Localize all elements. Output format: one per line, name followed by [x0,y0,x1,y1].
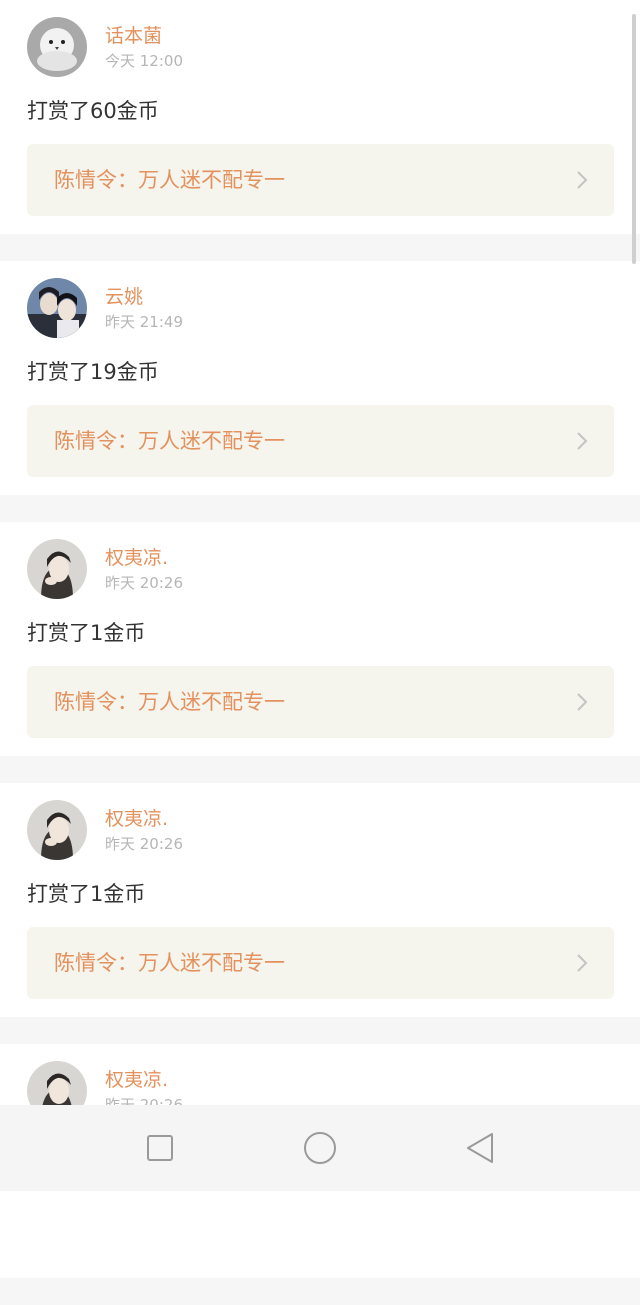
book-title: 陈情令：万人迷不配专一 [54,429,285,453]
reward-action-text: 打赏了60金币 [27,99,159,123]
user-name[interactable]: 权夷凉. [105,545,168,571]
book-title: 陈情令：万人迷不配专一 [54,168,285,192]
white-bird-avatar-icon[interactable] [27,17,87,77]
reward-time: 昨天 20:26 [105,835,183,853]
system-nav-bar [0,1105,640,1191]
chevron-right-icon [577,693,588,711]
book-title: 陈情令：万人迷不配专一 [54,690,285,714]
girl-photo-avatar-icon[interactable] [27,800,87,860]
reward-card: 话本菌 今天 12:00 打赏了60金币 陈情令：万人迷不配专一 [0,0,640,234]
book-link[interactable]: 陈情令：万人迷不配专一 [27,666,614,738]
reward-card: 权夷凉. 昨天 20:26 打赏了1金币 陈情令：万人迷不配专一 [0,783,640,1017]
reward-action-text: 打赏了19金币 [27,360,159,384]
scrollbar[interactable] [632,14,636,264]
reward-time: 昨天 21:49 [105,313,183,331]
chevron-right-icon [577,432,588,450]
book-link[interactable]: 陈情令：万人迷不配专一 [27,927,614,999]
reward-action-text: 打赏了1金币 [27,882,146,906]
anime-couple-avatar-icon[interactable] [27,278,87,338]
triangle-back-icon[interactable] [462,1130,498,1166]
reward-card: 云姚 昨天 21:49 打赏了19金币 陈情令：万人迷不配专一 [0,261,640,495]
square-recents-icon[interactable] [142,1130,178,1166]
book-link[interactable]: 陈情令：万人迷不配专一 [27,144,614,216]
user-name[interactable]: 话本菌 [105,23,162,49]
chevron-right-icon [577,171,588,189]
user-name[interactable]: 权夷凉. [105,1067,168,1093]
book-link[interactable]: 陈情令：万人迷不配专一 [27,405,614,477]
reward-time: 昨天 20:26 [105,574,183,592]
girl-photo-avatar-icon[interactable] [27,539,87,599]
reward-time: 今天 12:00 [105,52,183,70]
chevron-right-icon [577,954,588,972]
reward-action-text: 打赏了1金币 [27,621,146,645]
user-name[interactable]: 权夷凉. [105,806,168,832]
book-title: 陈情令：万人迷不配专一 [54,951,285,975]
reward-card: 权夷凉. 昨天 20:26 打赏了1金币 陈情令：万人迷不配专一 [0,522,640,756]
user-name[interactable]: 云姚 [105,284,143,310]
circle-home-icon[interactable] [302,1130,338,1166]
